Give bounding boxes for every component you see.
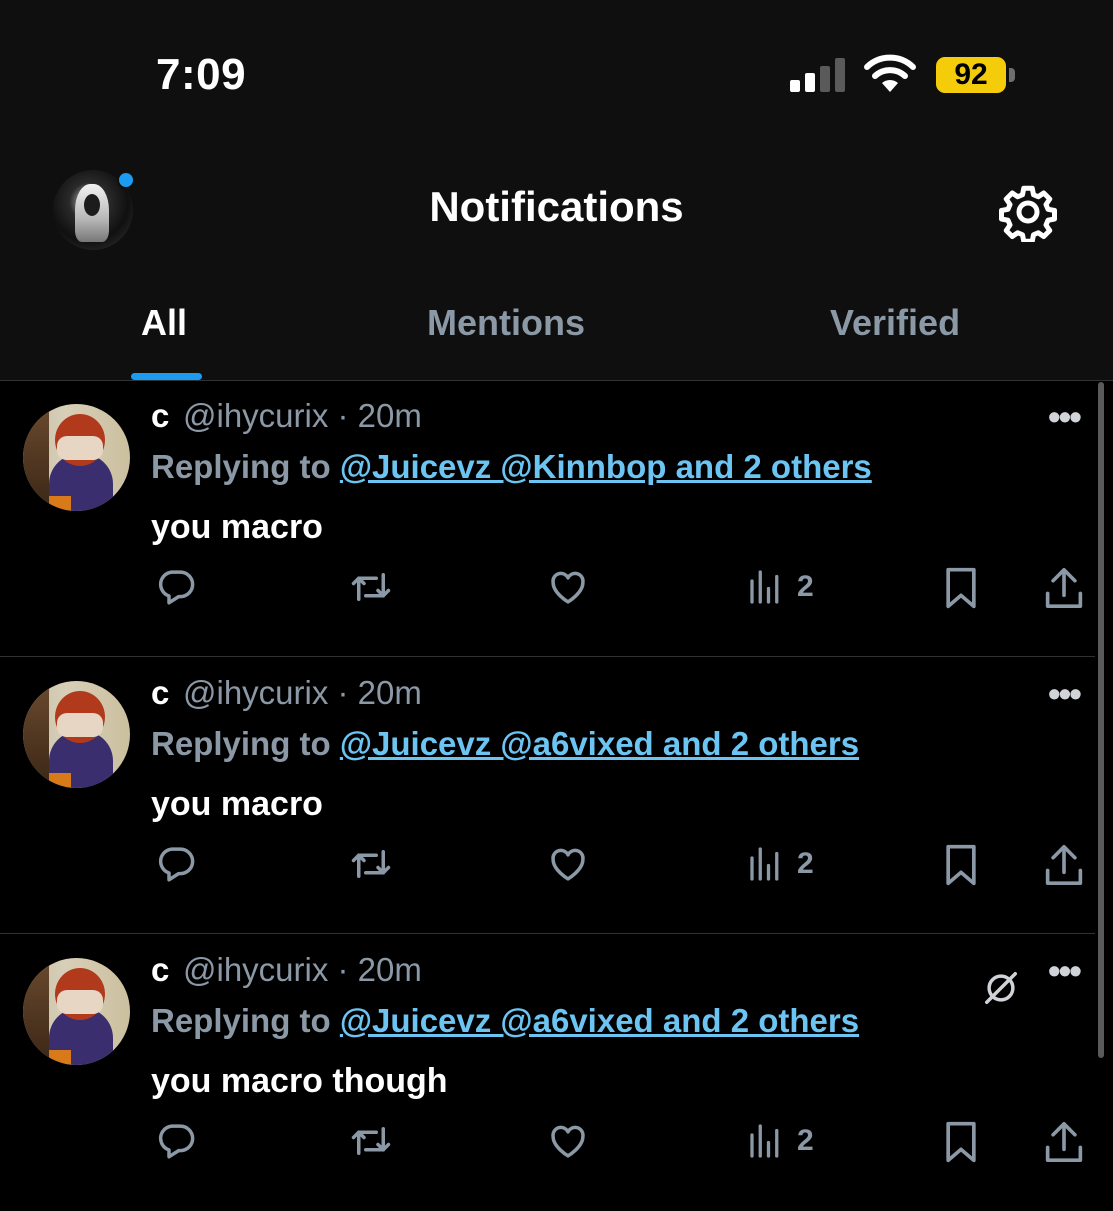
retweet-icon[interactable]: [347, 566, 395, 608]
replying-to: Replying to @Juicevz @a6vixed and 2 othe…: [151, 725, 860, 762]
author-name[interactable]: c: [151, 951, 169, 989]
more-icon[interactable]: •••: [1048, 950, 1082, 992]
active-tab-indicator: [131, 373, 202, 380]
share-icon[interactable]: [1044, 1120, 1084, 1164]
author-name[interactable]: c: [151, 674, 169, 712]
tweet-divider: [0, 656, 1095, 657]
grok-icon[interactable]: [982, 969, 1020, 1007]
author-avatar[interactable]: [23, 958, 130, 1065]
cellular-signal-icon: [790, 58, 845, 92]
notification-tweet[interactable]: c @ihycurix · 20m ••• Replying to @Juice…: [0, 381, 1095, 657]
gear-icon[interactable]: [998, 182, 1058, 242]
author-handle-time[interactable]: @ihycurix · 20m: [183, 397, 422, 435]
tweet-text: you macro: [151, 508, 323, 546]
share-icon[interactable]: [1044, 566, 1084, 610]
reply-icon[interactable]: [154, 1120, 198, 1162]
more-icon[interactable]: •••: [1048, 673, 1082, 715]
bookmark-icon[interactable]: [942, 566, 980, 610]
tweet-text: you macro: [151, 785, 323, 823]
replying-to: Replying to @Juicevz @Kinnbop and 2 othe…: [151, 448, 872, 485]
bookmark-icon[interactable]: [942, 843, 980, 887]
views-count: 2: [797, 847, 814, 880]
views-count: 2: [797, 1124, 814, 1157]
replying-to: Replying to @Juicevz @a6vixed and 2 othe…: [151, 1002, 860, 1039]
author-handle-time[interactable]: @ihycurix · 20m: [183, 674, 422, 712]
tweet-divider: [0, 933, 1095, 934]
reply-targets-link[interactable]: @Juicevz @a6vixed and 2 others: [340, 1002, 859, 1039]
like-icon[interactable]: [546, 1120, 590, 1162]
more-icon[interactable]: •••: [1048, 396, 1082, 438]
retweet-icon[interactable]: [347, 1120, 395, 1162]
views-icon[interactable]: [746, 1123, 782, 1159]
author-avatar[interactable]: [23, 404, 130, 511]
tweet-text: you macro though: [151, 1062, 448, 1100]
tab-verified[interactable]: Verified: [830, 302, 960, 344]
reply-targets-link[interactable]: @Juicevz @Kinnbop and 2 others: [340, 448, 872, 485]
like-icon[interactable]: [546, 566, 590, 608]
reply-icon[interactable]: [154, 843, 198, 885]
bookmark-icon[interactable]: [942, 1120, 980, 1164]
views-icon[interactable]: [746, 846, 782, 882]
tab-mentions[interactable]: Mentions: [427, 302, 585, 344]
views-count: 2: [797, 570, 814, 603]
views-icon[interactable]: [746, 569, 782, 605]
status-time: 7:09: [156, 50, 247, 99]
notification-tweet[interactable]: c @ihycurix · 20m ••• Replying to @Juice…: [0, 935, 1095, 1211]
page-title: Notifications: [429, 183, 684, 230]
author-name[interactable]: c: [151, 397, 169, 435]
wifi-icon: [864, 54, 916, 92]
author-avatar[interactable]: [23, 681, 130, 788]
author-handle-time[interactable]: @ihycurix · 20m: [183, 951, 422, 989]
reply-icon[interactable]: [154, 566, 198, 608]
tab-all[interactable]: All: [141, 302, 187, 344]
scrollbar[interactable]: [1098, 382, 1104, 1058]
retweet-icon[interactable]: [347, 843, 395, 885]
reply-targets-link[interactable]: @Juicevz @a6vixed and 2 others: [340, 725, 859, 762]
battery-tip: [1009, 68, 1015, 82]
battery-indicator: 92: [936, 57, 1006, 93]
like-icon[interactable]: [546, 843, 590, 885]
share-icon[interactable]: [1044, 843, 1084, 887]
notification-tweet[interactable]: c @ihycurix · 20m ••• Replying to @Juice…: [0, 658, 1095, 934]
